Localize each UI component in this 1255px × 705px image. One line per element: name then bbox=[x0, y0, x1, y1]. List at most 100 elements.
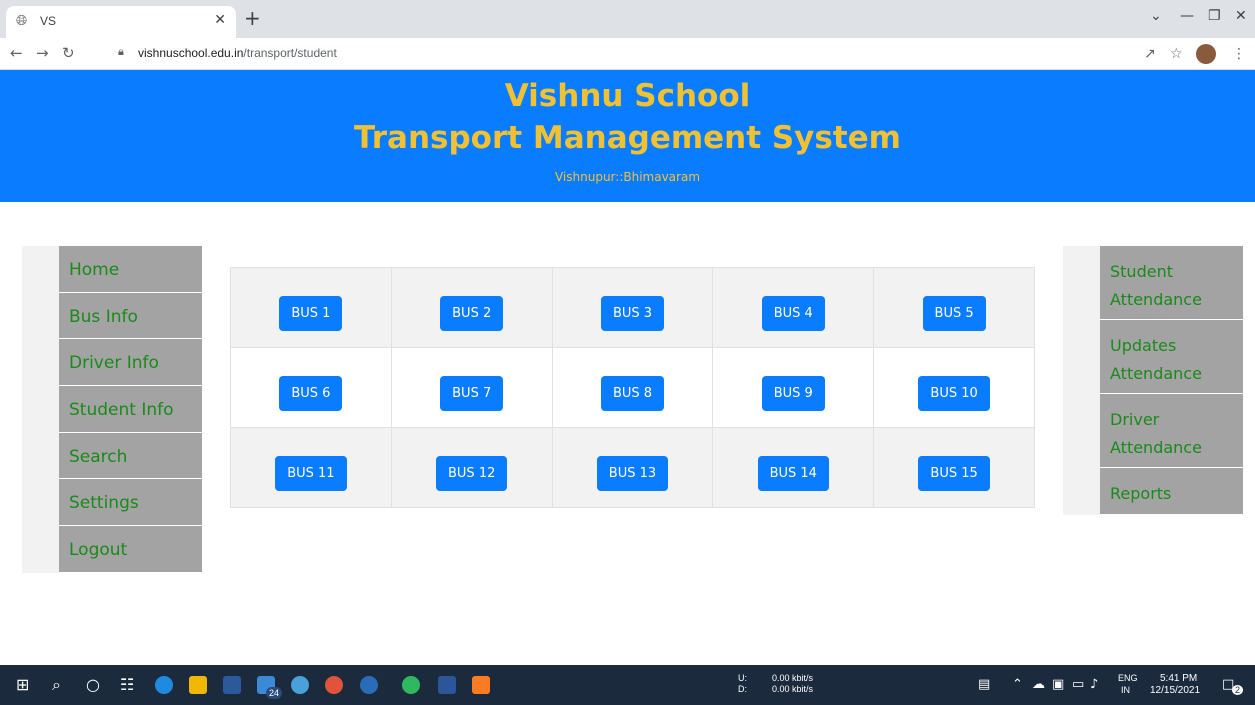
xampp-icon[interactable] bbox=[472, 676, 490, 694]
nav-label-line: Reports bbox=[1110, 484, 1172, 503]
onedrive-icon[interactable]: ☁ bbox=[1032, 677, 1045, 692]
bus-11-button[interactable]: BUS 11 bbox=[275, 456, 347, 491]
nav-updates-attendance[interactable]: Updates Attendance bbox=[1100, 320, 1243, 394]
nav-driver-info[interactable]: Driver Info bbox=[59, 339, 202, 387]
chrome-icon[interactable] bbox=[325, 676, 343, 694]
menu-dots-icon[interactable]: ⋮ bbox=[1232, 46, 1246, 62]
bus-row: BUS 11 BUS 12 BUS 13 BUS 14 BUS 15 bbox=[230, 427, 1035, 508]
nav-label-line: Updates bbox=[1110, 336, 1177, 355]
bus-1-button[interactable]: BUS 1 bbox=[279, 296, 343, 331]
minimize-icon[interactable]: — bbox=[1180, 8, 1194, 24]
nav-reports[interactable]: Reports bbox=[1100, 468, 1243, 515]
store-icon[interactable] bbox=[223, 676, 241, 694]
clock-time[interactable]: 5:41 PM bbox=[1160, 673, 1197, 684]
browser-toolbar: ← → ↻ 🔒︎ vishnuschool.edu.in/transport/s… bbox=[0, 38, 1255, 70]
location-subtitle: Vishnupur::Bhimavaram bbox=[554, 170, 701, 184]
nav-label-line: Driver bbox=[1110, 410, 1160, 429]
bus-cell: BUS 15 bbox=[873, 427, 1035, 508]
nav-home[interactable]: Home bbox=[59, 246, 202, 293]
right-sidebar: Student Attendance Updates Attendance Driv… bbox=[1063, 246, 1243, 515]
bus-cell: BUS 8 bbox=[551, 347, 714, 428]
net-up-label: U: bbox=[738, 673, 747, 683]
bus-4-button[interactable]: BUS 4 bbox=[761, 296, 825, 331]
bus-15-button[interactable]: BUS 15 bbox=[918, 456, 990, 491]
bus-cell: BUS 9 bbox=[712, 347, 875, 428]
news-widget-icon[interactable]: ▤ bbox=[978, 677, 990, 692]
network-icon[interactable]: ▣ bbox=[1052, 677, 1064, 692]
nav-bus-info[interactable]: Bus Info bbox=[59, 292, 202, 340]
net-down-label: D: bbox=[738, 684, 747, 694]
browser-tab-strip: 🌐︎ VS ✕ + ⌄ — ❐ ✕ bbox=[0, 0, 1255, 38]
chevron-up-icon[interactable]: ⌃ bbox=[1012, 677, 1023, 692]
url-path: /transport/student bbox=[243, 46, 337, 60]
globe-icon: 🌐︎ bbox=[16, 13, 28, 29]
nav-student-info[interactable]: Student Info bbox=[59, 386, 202, 433]
browser-tab[interactable]: 🌐︎ VS ✕ bbox=[6, 6, 236, 38]
windows-start-icon[interactable]: ⊞ bbox=[16, 675, 29, 694]
close-window-icon[interactable]: ✕ bbox=[1235, 8, 1247, 24]
net-up-value: 0.00 kbit/s bbox=[772, 673, 814, 683]
bus-14-button[interactable]: BUS 14 bbox=[757, 456, 829, 491]
address-bar[interactable]: 🔒︎ vishnuschool.edu.in/transport/student bbox=[112, 41, 1112, 65]
close-tab-icon[interactable]: ✕ bbox=[214, 12, 226, 28]
bus-10-button[interactable]: BUS 10 bbox=[918, 376, 990, 411]
bus-cell: BUS 10 bbox=[873, 347, 1035, 428]
bus-cell: BUS 6 bbox=[230, 347, 392, 428]
school-title: Vishnu School bbox=[504, 78, 751, 114]
site-header: Vishnu School Transport Management Syste… bbox=[0, 70, 1255, 202]
volume-icon[interactable]: ♪ bbox=[1090, 677, 1098, 692]
nav-logout[interactable]: Logout bbox=[59, 526, 202, 573]
bus-13-button[interactable]: BUS 13 bbox=[596, 456, 669, 491]
bus-cell: BUS 14 bbox=[712, 427, 875, 508]
bus-cell: BUS 11 bbox=[230, 427, 392, 508]
forward-icon[interactable]: → bbox=[36, 44, 49, 62]
restore-icon[interactable]: ❐ bbox=[1208, 8, 1221, 24]
nav-settings[interactable]: Settings bbox=[59, 479, 202, 527]
new-tab-icon[interactable]: + bbox=[244, 8, 261, 28]
bus-7-button[interactable]: BUS 7 bbox=[440, 376, 504, 411]
battery-icon[interactable]: ▭ bbox=[1072, 677, 1084, 692]
tab-search-icon[interactable]: ⌄ bbox=[1150, 8, 1162, 24]
nav-label-line: Student bbox=[1110, 262, 1173, 281]
share-icon[interactable]: ↗ bbox=[1144, 46, 1156, 62]
bus-12-button[interactable]: BUS 12 bbox=[436, 456, 508, 491]
url-text[interactable]: vishnuschool.edu.in/transport/student bbox=[138, 46, 337, 60]
tab-title: VS bbox=[40, 14, 57, 28]
back-icon[interactable]: ← bbox=[10, 44, 23, 62]
edge-icon[interactable] bbox=[155, 676, 173, 694]
bus-cell: BUS 13 bbox=[551, 427, 714, 508]
app-green-icon[interactable] bbox=[402, 676, 420, 694]
language-indicator[interactable]: ENG bbox=[1118, 673, 1138, 683]
lock-icon[interactable]: 🔒︎ bbox=[118, 45, 124, 59]
bus-3-button[interactable]: BUS 3 bbox=[600, 296, 665, 331]
bus-grid: BUS 1 BUS 2 BUS 3 BUS 4 BUS 5 BUS 6 BUS … bbox=[230, 267, 1035, 508]
bus-8-button[interactable]: BUS 8 bbox=[600, 376, 665, 411]
bus-9-button[interactable]: BUS 9 bbox=[761, 376, 825, 411]
bus-row: BUS 1 BUS 2 BUS 3 BUS 4 BUS 5 bbox=[230, 267, 1035, 348]
bus-cell: BUS 1 bbox=[230, 267, 392, 348]
bus-cell: BUS 12 bbox=[390, 427, 553, 508]
clock-date[interactable]: 12/15/2021 bbox=[1150, 685, 1200, 696]
bookmark-star-icon[interactable]: ☆ bbox=[1170, 46, 1183, 62]
bus-5-button[interactable]: BUS 5 bbox=[922, 296, 986, 331]
photos-badge: 24 bbox=[266, 687, 283, 699]
region-indicator: IN bbox=[1121, 685, 1130, 695]
bus-cell: BUS 5 bbox=[873, 267, 1035, 348]
word-icon[interactable] bbox=[438, 676, 456, 694]
chrome-alt-icon[interactable] bbox=[360, 676, 378, 694]
nav-search[interactable]: Search bbox=[59, 432, 202, 480]
cortana-icon[interactable]: ○ bbox=[86, 675, 100, 694]
chrome-profile-icon[interactable] bbox=[291, 676, 309, 694]
bus-cell: BUS 7 bbox=[390, 347, 553, 428]
task-view-icon[interactable]: ☷ bbox=[120, 675, 134, 694]
url-host: vishnuschool.edu.in bbox=[138, 46, 244, 60]
net-down-value: 0.00 kbit/s bbox=[772, 684, 814, 694]
bus-6-button[interactable]: BUS 6 bbox=[279, 376, 343, 411]
nav-student-attendance[interactable]: Student Attendance bbox=[1100, 246, 1243, 320]
file-explorer-icon[interactable] bbox=[189, 676, 207, 694]
search-icon[interactable]: ⌕ bbox=[52, 675, 61, 695]
profile-avatar[interactable] bbox=[1196, 44, 1216, 64]
bus-2-button[interactable]: BUS 2 bbox=[440, 296, 504, 331]
nav-driver-attendance[interactable]: Driver Attendance bbox=[1100, 394, 1243, 468]
reload-icon[interactable]: ↻ bbox=[62, 44, 75, 62]
